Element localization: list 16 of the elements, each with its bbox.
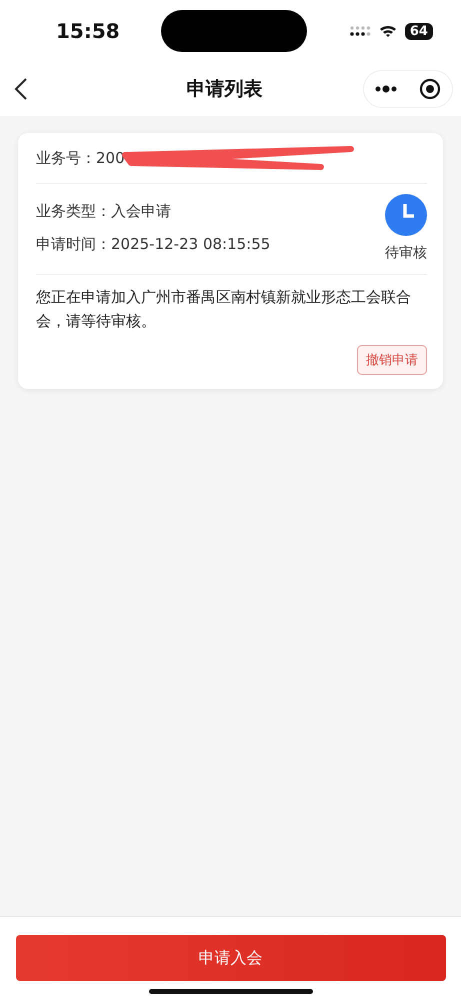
business-number-label: 业务号：	[36, 148, 96, 168]
business-number: 200	[96, 149, 125, 167]
target-icon	[419, 78, 441, 100]
business-type: 业务类型：入会申请	[36, 202, 172, 221]
status-label: 待审核	[385, 244, 427, 262]
page-title: 申请列表	[186, 77, 262, 102]
application-time: 申请时间：2025-12-23 08:15:55	[36, 235, 270, 254]
more-icon	[375, 85, 397, 93]
battery-level: 64	[404, 22, 433, 40]
wifi-icon	[378, 24, 397, 38]
cancel-application-button[interactable]: 撤销申请	[357, 345, 427, 375]
application-message: 您正在申请加入广州市番禺区南村镇新就业形态工会联合会，请等待审核。	[36, 287, 412, 332]
apply-join-button[interactable]: 申请入会	[16, 935, 446, 981]
status-time: 15:58	[56, 19, 120, 43]
signal-icon	[348, 25, 371, 37]
back-icon[interactable]	[14, 78, 28, 100]
